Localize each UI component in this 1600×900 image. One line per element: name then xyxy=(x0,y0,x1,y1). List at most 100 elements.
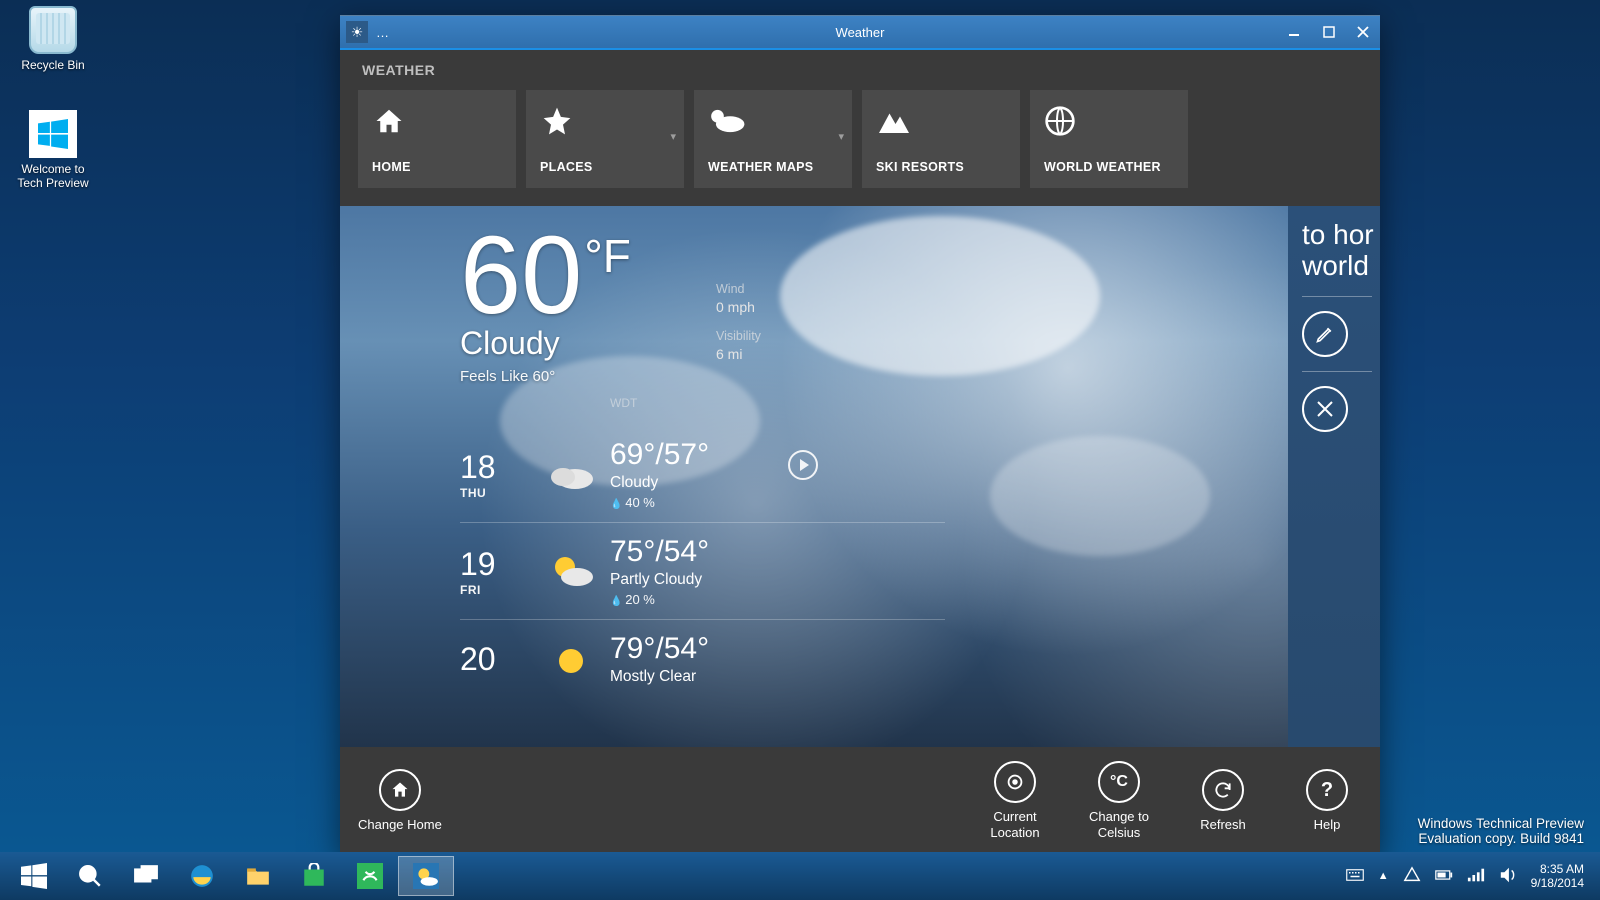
taskbar-store[interactable] xyxy=(286,856,342,896)
watermark-line1: Windows Technical Preview xyxy=(1418,816,1584,831)
visibility-label: Visibility xyxy=(716,329,761,343)
current-condition: Cloudy xyxy=(460,325,631,362)
forecast-dow: FRI xyxy=(460,583,532,597)
task-view-button[interactable] xyxy=(118,856,174,896)
forecast-precip: 20 % xyxy=(610,592,709,607)
taskbar-file-explorer[interactable] xyxy=(230,856,286,896)
tile-label: PLACES xyxy=(540,160,670,174)
weather-maps-icon xyxy=(708,104,838,138)
tile-places[interactable]: PLACES ▾ xyxy=(526,90,684,188)
tray-time: 8:35 AM xyxy=(1531,862,1584,876)
app-bottom-bar: Change Home Current Location °C Change t… xyxy=(340,747,1380,855)
current-conditions: 60 °F Cloudy Feels Like 60° xyxy=(460,221,631,385)
watermark: Windows Technical Preview Evaluation cop… xyxy=(1418,816,1584,846)
volume-icon[interactable] xyxy=(1499,866,1517,887)
edit-button[interactable] xyxy=(1302,311,1348,357)
celsius-icon: °C xyxy=(1098,761,1140,803)
globe-icon xyxy=(1044,104,1174,138)
forecast-hilo: 75°/54° xyxy=(610,535,709,569)
keyboard-icon[interactable] xyxy=(1346,866,1364,887)
windows-logo-icon xyxy=(29,110,77,158)
forecast-row[interactable]: 18THU 69°/57° Cloudy 40 % xyxy=(460,426,945,523)
desktop: Recycle Bin Welcome to Tech Preview ☀ … … xyxy=(0,0,1600,900)
button-label: Current Location xyxy=(990,809,1039,840)
target-icon xyxy=(994,761,1036,803)
tile-label: HOME xyxy=(372,160,502,174)
forecast-row[interactable]: 19FRI 75°/54° Partly Cloudy 20 % xyxy=(460,523,945,620)
current-temp: 60 xyxy=(460,221,582,331)
forecast-cond: Cloudy xyxy=(610,474,709,492)
window-title: Weather xyxy=(340,25,1380,40)
tile-home[interactable]: HOME xyxy=(358,90,516,188)
tray-chevron-up-icon[interactable]: ▲ xyxy=(1378,870,1389,882)
mountain-icon xyxy=(876,104,1006,138)
forecast-date: 19 xyxy=(460,546,532,583)
tile-ski-resorts[interactable]: SKI RESORTS xyxy=(862,90,1020,188)
desktop-icon-label: Recycle Bin xyxy=(8,58,98,72)
watermark-line2: Evaluation copy. Build 9841 xyxy=(1418,831,1584,846)
weather-content: 60 °F Cloudy Feels Like 60° Wind 0 mph V… xyxy=(340,206,1380,747)
start-button[interactable] xyxy=(6,856,62,896)
taskbar-xbox[interactable] xyxy=(342,856,398,896)
side-panel: to hor world xyxy=(1288,206,1380,747)
cloud-icon xyxy=(532,457,610,491)
forecast-cond: Partly Cloudy xyxy=(610,571,709,589)
forecast-list: 18THU 69°/57° Cloudy 40 % 19FRI 75°/54° … xyxy=(460,426,945,698)
feels-like: Feels Like 60° xyxy=(460,368,631,385)
app-menu-indicator[interactable]: … xyxy=(376,25,389,40)
help-button[interactable]: ? Help xyxy=(1292,769,1362,833)
help-icon: ? xyxy=(1306,769,1348,811)
maximize-button[interactable] xyxy=(1312,18,1346,46)
appbar-section-label: WEATHER xyxy=(340,50,1380,82)
system-tray: ▲ 8:35 AM 9/18/2014 xyxy=(1346,862,1594,891)
taskbar-weather[interactable] xyxy=(398,856,454,896)
nav-tiles: HOME PLACES ▾ WEATHER MAPS ▾ SKI RESORTS… xyxy=(340,82,1380,206)
tile-weather-maps[interactable]: WEATHER MAPS ▾ xyxy=(694,90,852,188)
remove-button[interactable] xyxy=(1302,386,1348,432)
desktop-icon-tech-preview[interactable]: Welcome to Tech Preview xyxy=(8,110,98,190)
wind-label: Wind xyxy=(716,282,761,296)
temp-unit: °F xyxy=(584,233,631,279)
refresh-button[interactable]: Refresh xyxy=(1188,769,1258,833)
forecast-cond: Mostly Clear xyxy=(610,668,709,686)
forecast-row[interactable]: 20 79°/54° Mostly Clear xyxy=(460,620,945,698)
network-icon[interactable] xyxy=(1467,866,1485,887)
wind-value: 0 mph xyxy=(716,299,761,315)
close-button[interactable] xyxy=(1346,18,1380,46)
visibility-value: 6 mi xyxy=(716,346,761,362)
button-label: Refresh xyxy=(1200,817,1246,833)
forecast-dow: THU xyxy=(460,486,532,500)
battery-icon[interactable] xyxy=(1435,866,1453,887)
recycle-bin-icon xyxy=(29,6,77,54)
attribution: WDT xyxy=(610,396,637,410)
current-location-button[interactable]: Current Location xyxy=(980,761,1050,840)
action-center-icon[interactable] xyxy=(1403,866,1421,887)
change-home-button[interactable]: Change Home xyxy=(358,769,442,833)
clock[interactable]: 8:35 AM 9/18/2014 xyxy=(1531,862,1584,891)
change-to-celsius-button[interactable]: °C Change to Celsius xyxy=(1084,761,1154,840)
button-label: Change to Celsius xyxy=(1089,809,1149,840)
weather-window: ☀ … Weather WEATHER HOME PLACES ▾ WEA xyxy=(340,15,1380,855)
star-icon xyxy=(540,104,670,138)
tile-label: WEATHER MAPS xyxy=(708,160,838,174)
app-icon: ☀ xyxy=(346,21,368,43)
partly-cloudy-icon xyxy=(532,552,610,590)
button-label: Help xyxy=(1314,817,1341,833)
forecast-date: 20 xyxy=(460,641,532,678)
tile-world-weather[interactable]: WORLD WEATHER xyxy=(1030,90,1188,188)
forecast-date: 18 xyxy=(460,449,532,486)
minimize-button[interactable] xyxy=(1278,18,1312,46)
titlebar[interactable]: ☀ … Weather xyxy=(340,16,1380,50)
refresh-icon xyxy=(1202,769,1244,811)
sidepanel-text: world xyxy=(1302,251,1380,282)
home-icon xyxy=(379,769,421,811)
search-button[interactable] xyxy=(62,856,118,896)
taskbar: ▲ 8:35 AM 9/18/2014 xyxy=(0,852,1600,900)
button-label: Change Home xyxy=(358,817,442,833)
sun-icon xyxy=(532,640,610,678)
chevron-down-icon: ▾ xyxy=(670,130,676,143)
forecast-hilo: 69°/57° xyxy=(610,438,709,472)
taskbar-ie[interactable] xyxy=(174,856,230,896)
desktop-icon-recycle-bin[interactable]: Recycle Bin xyxy=(8,6,98,72)
chevron-down-icon: ▾ xyxy=(838,130,844,143)
